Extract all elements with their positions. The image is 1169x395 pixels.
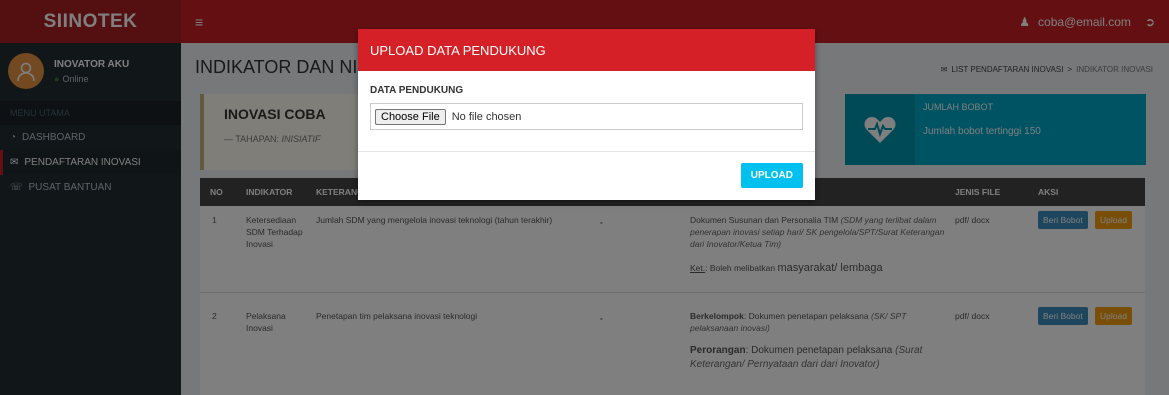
- upload-modal: UPLOAD DATA PENDUKUNG DATA PENDUKUNG Cho…: [358, 29, 815, 200]
- upload-button[interactable]: UPLOAD: [740, 163, 803, 188]
- data-pendukung-label: DATA PENDUKUNG: [370, 85, 464, 96]
- modal-footer: UPLOAD: [358, 151, 815, 200]
- file-input[interactable]: Choose File No file chosen: [370, 103, 803, 130]
- choose-file-button[interactable]: Choose File: [375, 108, 446, 125]
- modal-title: UPLOAD DATA PENDUKUNG: [358, 29, 815, 71]
- file-status-text: No file chosen: [451, 110, 522, 123]
